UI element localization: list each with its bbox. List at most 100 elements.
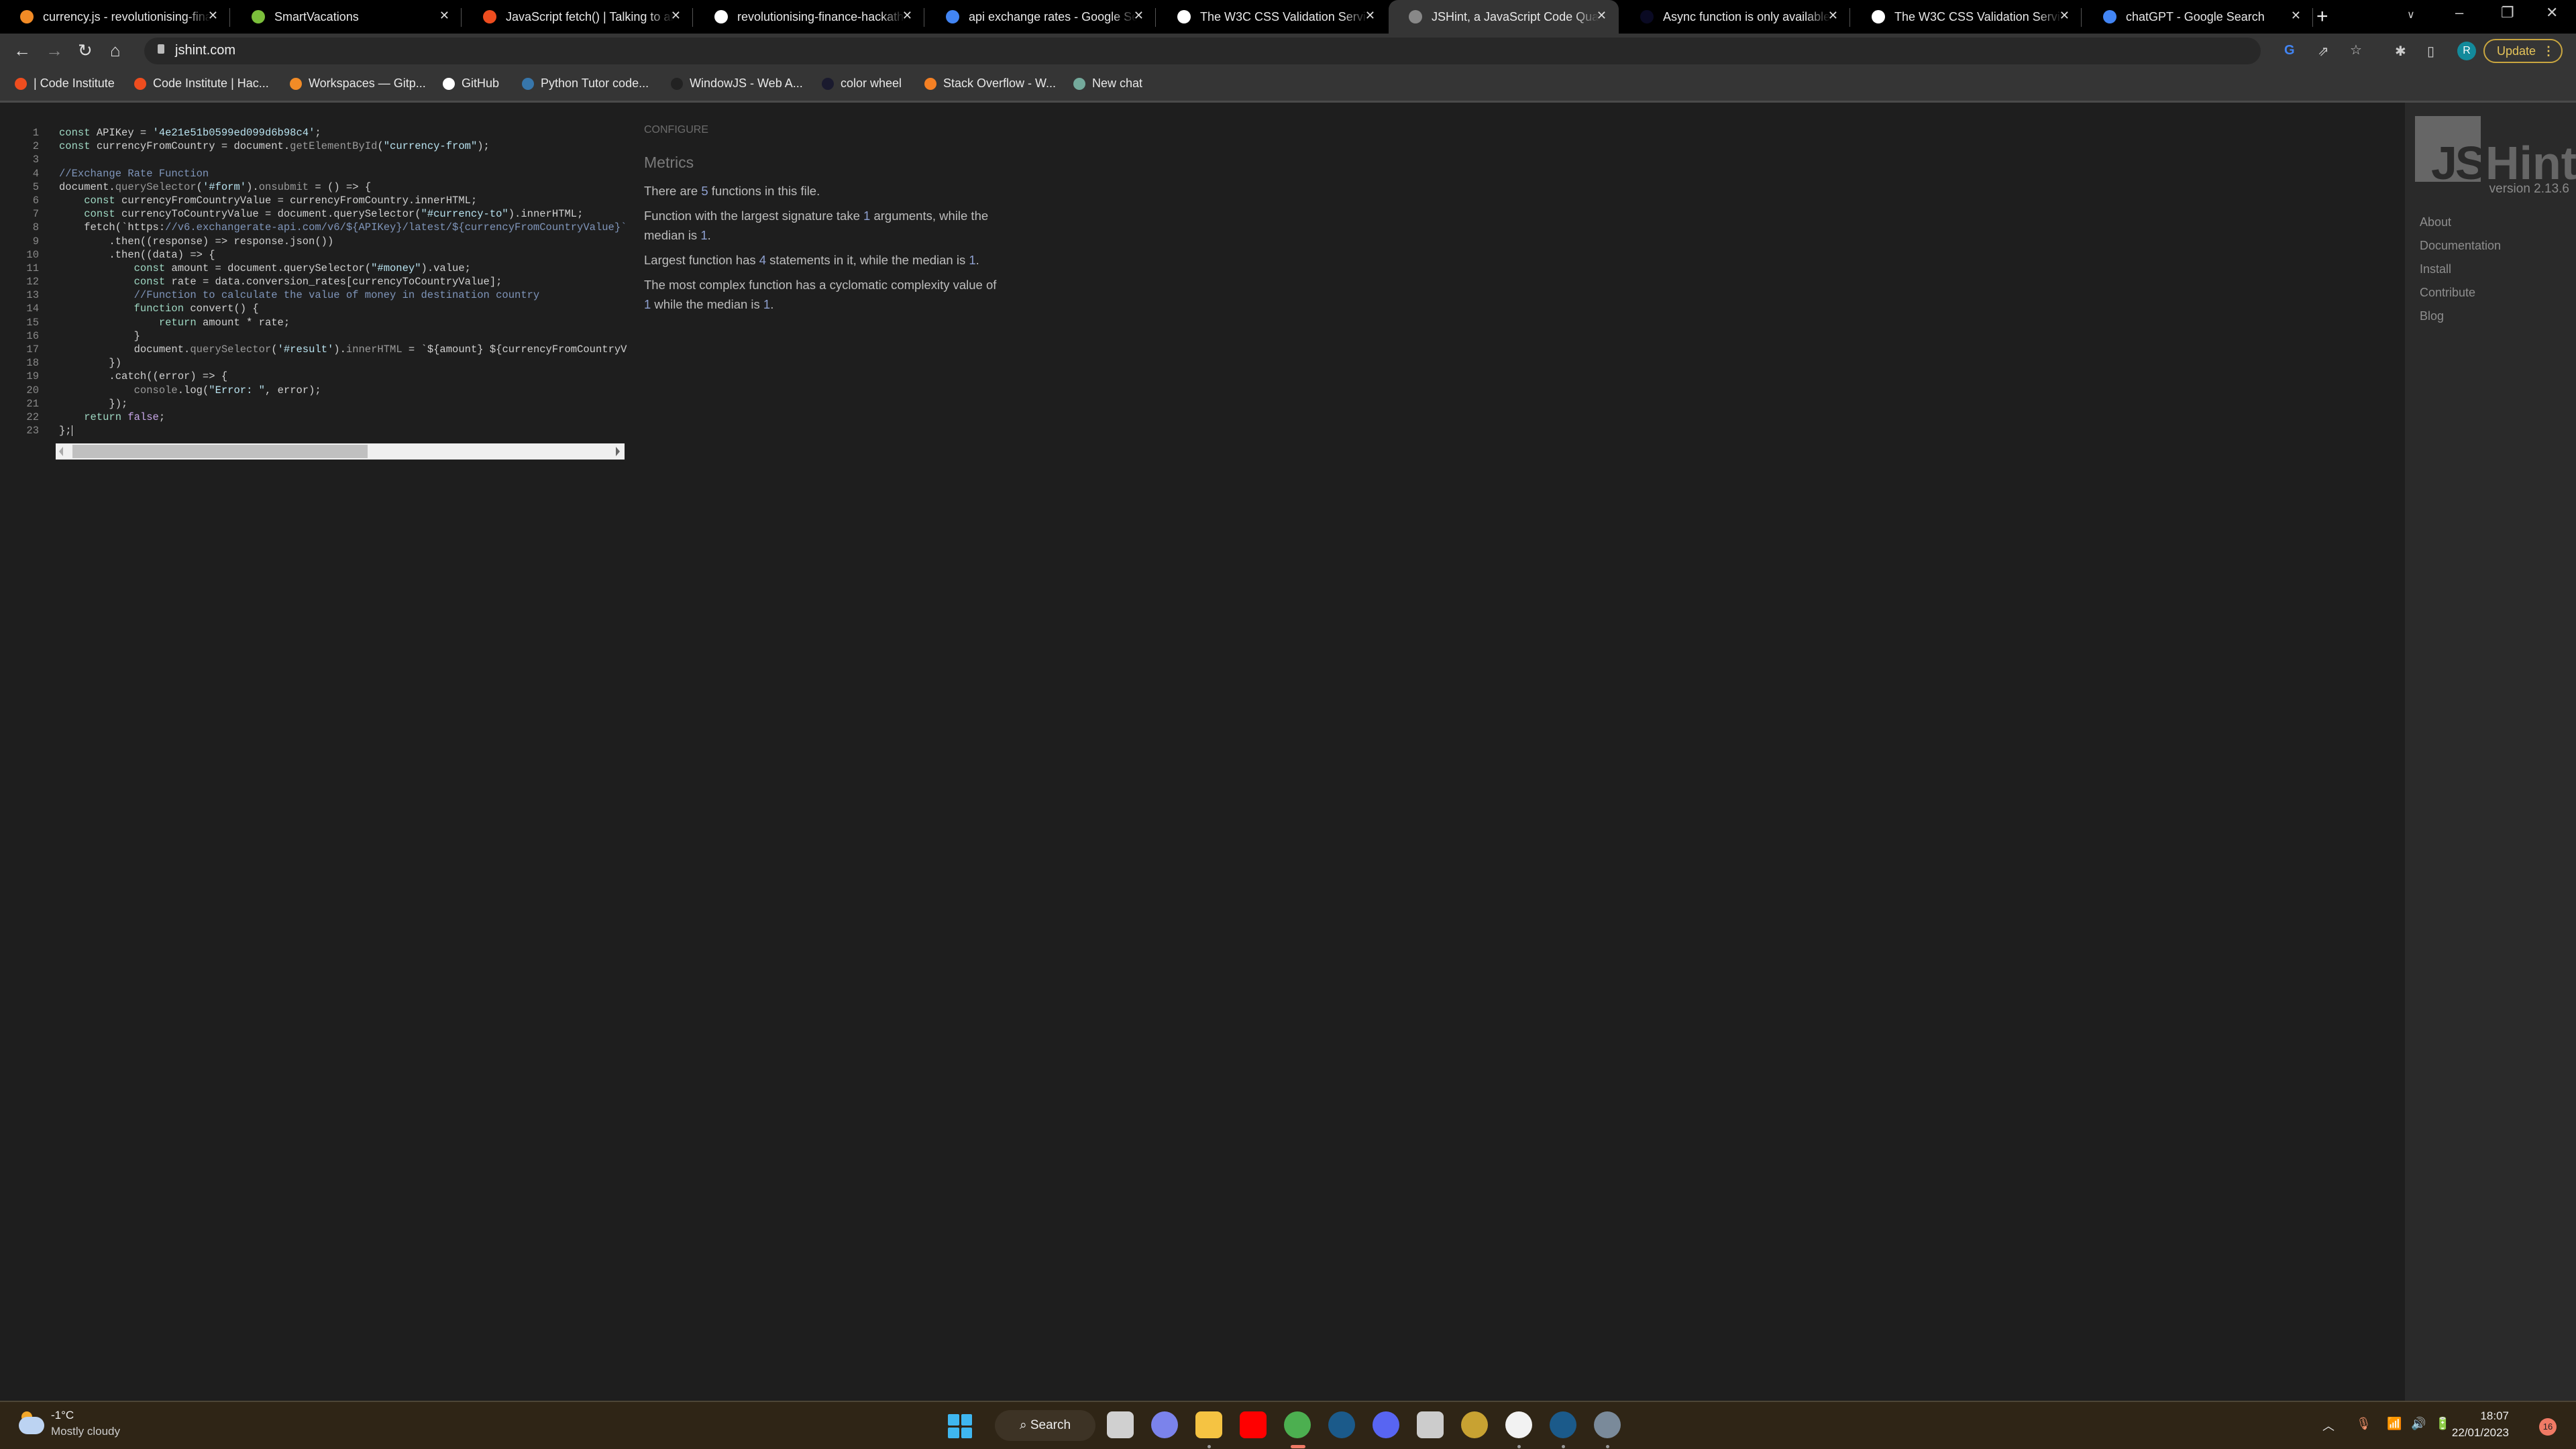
code-line[interactable]: 5 document.querySelector('#form').onsubmi… [20,180,624,194]
chrome-icon[interactable] [1284,1411,1311,1438]
code-line[interactable]: 3 [20,153,624,166]
steam-icon[interactable] [1550,1411,1576,1438]
code-text[interactable]: const amount = document.querySelector("#… [59,262,471,274]
code-line[interactable]: 1 const APIKey = '4e21e51b0599ed099d6b98c… [20,126,624,140]
tab-1[interactable]: currency.js - revolutionising-finance-ha… [0,0,230,34]
youtube-icon[interactable] [1240,1411,1267,1438]
close-tab-icon[interactable]: ✕ [671,9,681,23]
code-line[interactable]: 8 fetch(`https://v6.exchangerate-api.com… [20,221,627,234]
close-tab-icon[interactable]: ✕ [2291,9,2301,23]
start-button[interactable] [948,1414,972,1438]
code-text[interactable]: const currencyFromCountryValue = currenc… [59,195,477,207]
extensions-icon[interactable]: ✱ [2395,43,2406,60]
code-line[interactable]: 19 .catch((error) => { [20,370,624,383]
bookmark-star-icon[interactable]: ☆ [2350,42,2362,58]
close-tab-icon[interactable]: ✕ [439,9,449,23]
bookmark-item[interactable]: Python Tutor code... [522,76,649,91]
tab-10[interactable]: chatGPT - Google Search ✕ [2083,0,2313,34]
clock[interactable]: 18:07 22/01/2023 [2452,1407,2509,1441]
tab-4[interactable]: revolutionising-finance-hackathon ✕ [694,0,924,34]
update-button[interactable]: Update ⋮ [2483,39,2563,63]
mtg-arena-icon[interactable] [1417,1411,1444,1438]
sidebar-item-contribute[interactable]: Contribute [2420,286,2501,309]
code-text[interactable]: function convert() { [59,303,259,315]
code-text[interactable]: //Function to calculate the value of mon… [59,289,540,301]
code-line[interactable]: 11 const amount = document.querySelector… [20,262,624,275]
jshint-logo[interactable]: JS Hint [2415,116,2576,189]
code-text[interactable]: document.querySelector('#form').onsubmit… [59,181,371,193]
side-panel-icon[interactable]: ▯ [2427,43,2434,60]
url-text[interactable]: jshint.com [175,43,235,58]
lock-icon[interactable] [158,44,164,54]
code-text[interactable]: const currencyFromCountry = document.get… [59,140,490,152]
address-bar[interactable]: jshint.com G ⇗ ☆ [144,38,2362,64]
close-tab-icon[interactable]: ✕ [2059,9,2070,23]
code-line[interactable]: 10 .then((data) => { [20,248,624,262]
google-lens-icon[interactable]: G [2284,43,2295,58]
code-text[interactable]: .then((response) => response.json()) [59,235,333,248]
battery-icon[interactable]: 🔋 [2435,1417,2450,1431]
bookmark-item[interactable]: New chat [1073,76,1142,91]
editor-horizontal-scrollbar[interactable] [56,443,625,460]
code-text[interactable]: return false; [59,411,165,423]
bookmark-item[interactable]: GitHub [443,76,499,91]
world-of-warcraft-icon[interactable] [1461,1411,1488,1438]
teams-chat-icon[interactable] [1151,1411,1178,1438]
show-hidden-icons-chevron-icon[interactable]: ︿ [2322,1417,2334,1434]
code-line[interactable]: 23}; [20,424,624,437]
bookmark-item[interactable]: color wheel [822,76,902,91]
bookmark-item[interactable]: | Code Institute [15,76,115,91]
code-text[interactable]: fetch(`https://v6.exchangerate-api.com/v… [59,221,627,233]
minimize-button[interactable]: – [2455,4,2463,21]
code-line[interactable]: 21 }); [20,397,624,411]
code-text[interactable]: const currencyToCountryValue = document.… [59,208,583,220]
code-text[interactable]: .catch((error) => { [59,370,227,382]
code-line[interactable]: 12 const rate = data.conversion_rates[cu… [20,275,624,288]
code-line[interactable]: 18 }) [20,356,624,370]
tab-search-chevron-icon[interactable]: ∨ [2407,8,2415,21]
more-menu-icon[interactable]: ⋮ [2542,40,2555,62]
code-text[interactable]: const APIKey = '4e21e51b0599ed099d6b98c4… [59,127,321,139]
code-line[interactable]: 4 //Exchange Rate Function [20,167,624,180]
restore-button[interactable]: ❐ [2501,4,2514,21]
code-text[interactable]: //Exchange Rate Function [59,168,209,180]
bookmark-item[interactable]: Stack Overflow - W... [924,76,1056,91]
profile-avatar[interactable]: R [2457,42,2476,60]
sidebar-item-blog[interactable]: Blog [2420,309,2501,333]
code-line[interactable]: 17 document.querySelector('#result').inn… [20,343,627,356]
back-button[interactable]: ← [13,40,31,61]
task-view-icon[interactable] [1107,1411,1134,1438]
tab-6[interactable]: The W3C CSS Validation Service ✕ [1157,0,1387,34]
scroll-left-arrow-icon[interactable] [59,447,63,456]
bookmark-item[interactable]: Workspaces — Gitp... [290,76,426,91]
code-line[interactable]: 7 const currencyToCountryValue = documen… [20,207,624,221]
code-line[interactable]: 13 //Function to calculate the value of … [20,288,624,302]
code-text[interactable]: const rate = data.conversion_rates[curre… [59,276,502,288]
tab-7[interactable]: JSHint, a JavaScript Code Quality Tool✕ [1389,0,1619,34]
close-tab-icon[interactable]: ✕ [902,9,912,23]
close-tab-icon[interactable]: ✕ [1828,9,1838,23]
tab-2[interactable]: SmartVacations ✕ [231,0,462,34]
scrollbar-thumb[interactable] [72,445,368,458]
home-button[interactable]: ⌂ [110,40,121,61]
wifi-icon[interactable]: 📶 [2387,1417,2402,1431]
code-text[interactable]: return amount * rate; [59,317,290,329]
share-icon[interactable]: ⇗ [2318,43,2329,60]
notification-badge[interactable]: 16 [2539,1418,2557,1436]
reload-button[interactable]: ↻ [78,40,93,61]
file-explorer-icon[interactable] [1195,1411,1222,1438]
code-text[interactable]: }; [59,425,72,437]
settings-icon[interactable] [1594,1411,1621,1438]
close-window-button[interactable]: ✕ [2546,4,2558,21]
sidebar-item-documentation[interactable]: Documentation [2420,239,2501,262]
code-text[interactable]: .then((data) => { [59,249,215,261]
sidebar-item-install[interactable]: Install [2420,262,2501,286]
volume-icon[interactable]: 🔊 [2411,1417,2426,1431]
tab-5[interactable]: api exchange rates - Google Search✕ [926,0,1156,34]
code-line[interactable]: 9 .then((response) => response.json()) [20,235,624,248]
microphone-icon[interactable]: 🎙 [2356,1417,2371,1431]
code-line[interactable]: 6 const currencyFromCountryValue = curre… [20,194,624,207]
bookmark-item[interactable]: WindowJS - Web A... [671,76,803,91]
code-line[interactable]: 22 return false; [20,411,624,424]
close-tab-icon[interactable]: ✕ [208,9,218,23]
